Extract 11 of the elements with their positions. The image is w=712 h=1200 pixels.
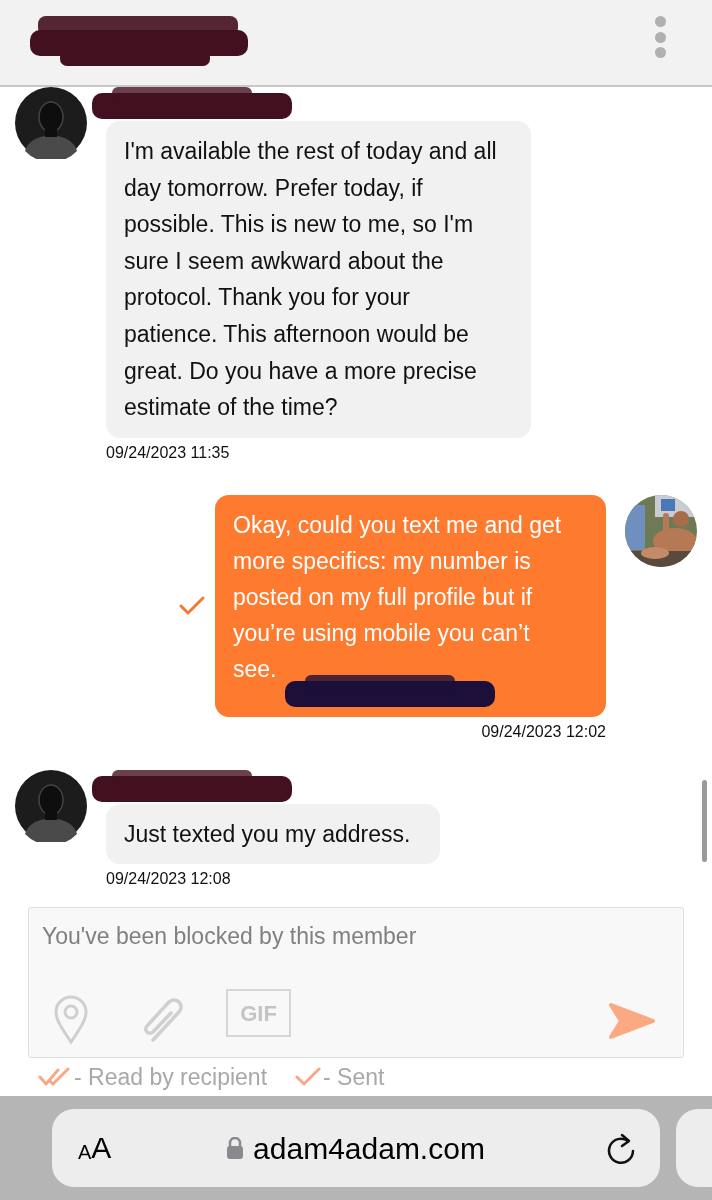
message-timestamp: 09/24/2023 12:08 xyxy=(106,869,231,890)
url-text: adam4adam.com xyxy=(253,1130,485,1167)
legend-label: - Read by recipient xyxy=(74,1062,268,1092)
message-bubble: Just texted you my address. xyxy=(106,803,441,865)
legend-label: - Sent xyxy=(323,1062,385,1092)
message-text: Okay, could you text me and get more specifics: my number is posted on my full profile but if you’re using mobile you can’t see. xyxy=(233,510,563,684)
message-timestamp: 09/24/2023 11:35 xyxy=(106,442,230,463)
address-bar[interactable]: AA adam4adam.com xyxy=(52,1109,660,1187)
message-timestamp: 09/24/2023 12:02 xyxy=(481,721,606,742)
text-size-button[interactable]: AA xyxy=(78,1133,112,1163)
message-bubble: I'm available the rest of today and all day tomorrow. Prefer today, if possible. This is new to me, so I'm sure I seem awkward about the protocol. Thank you for your patience. This afternoon would be great. Do you have a more precise estimate of the time? xyxy=(106,121,531,438)
